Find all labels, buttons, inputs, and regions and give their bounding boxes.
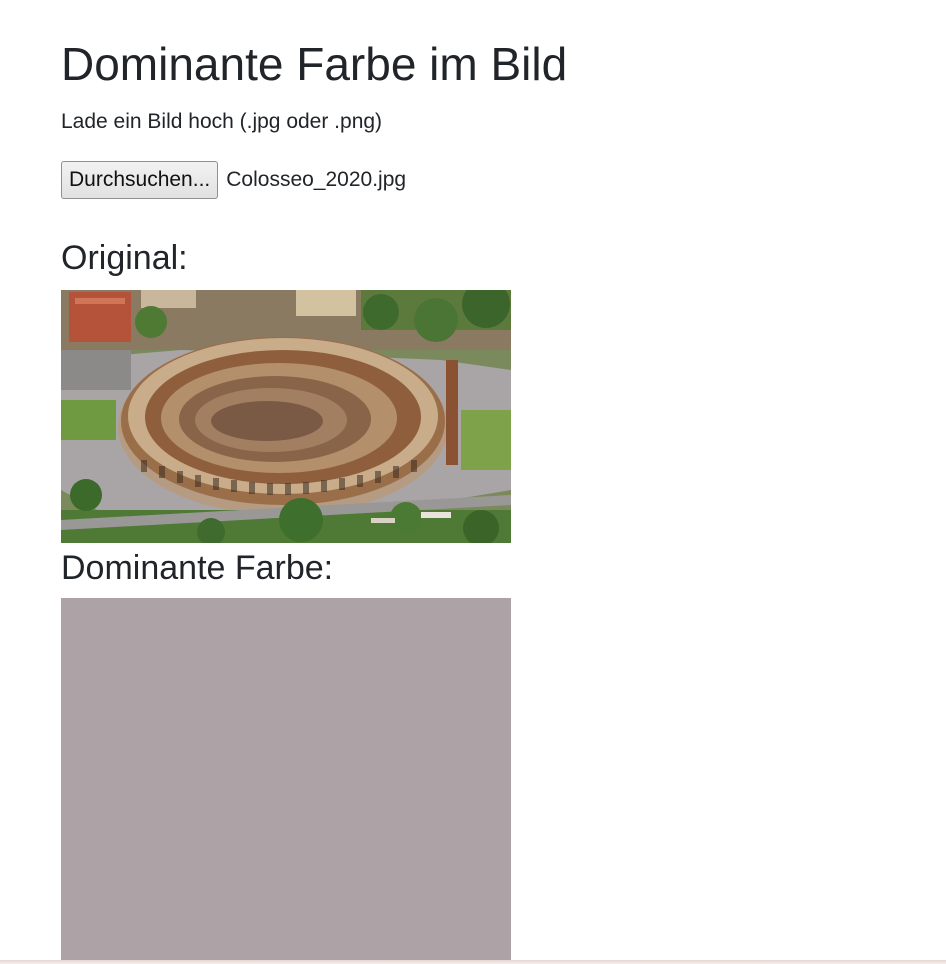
- dominant-color-swatch: [61, 598, 511, 960]
- browse-button[interactable]: Durchsuchen...: [61, 161, 219, 199]
- page: Dominante Farbe im Bild Lade ein Bild ho…: [0, 0, 946, 964]
- page-title: Dominante Farbe im Bild: [61, 38, 568, 90]
- file-input[interactable]: Durchsuchen... Colosseo_2020.jpg: [61, 161, 406, 199]
- original-image: [61, 290, 511, 543]
- dominant-color-heading: Dominante Farbe:: [61, 549, 334, 587]
- upload-instruction: Lade ein Bild hoch (.jpg oder .png): [61, 110, 383, 133]
- selected-file-name: Colosseo_2020.jpg: [226, 168, 407, 191]
- window-bottom-edge: [0, 960, 946, 964]
- original-heading: Original:: [61, 239, 188, 277]
